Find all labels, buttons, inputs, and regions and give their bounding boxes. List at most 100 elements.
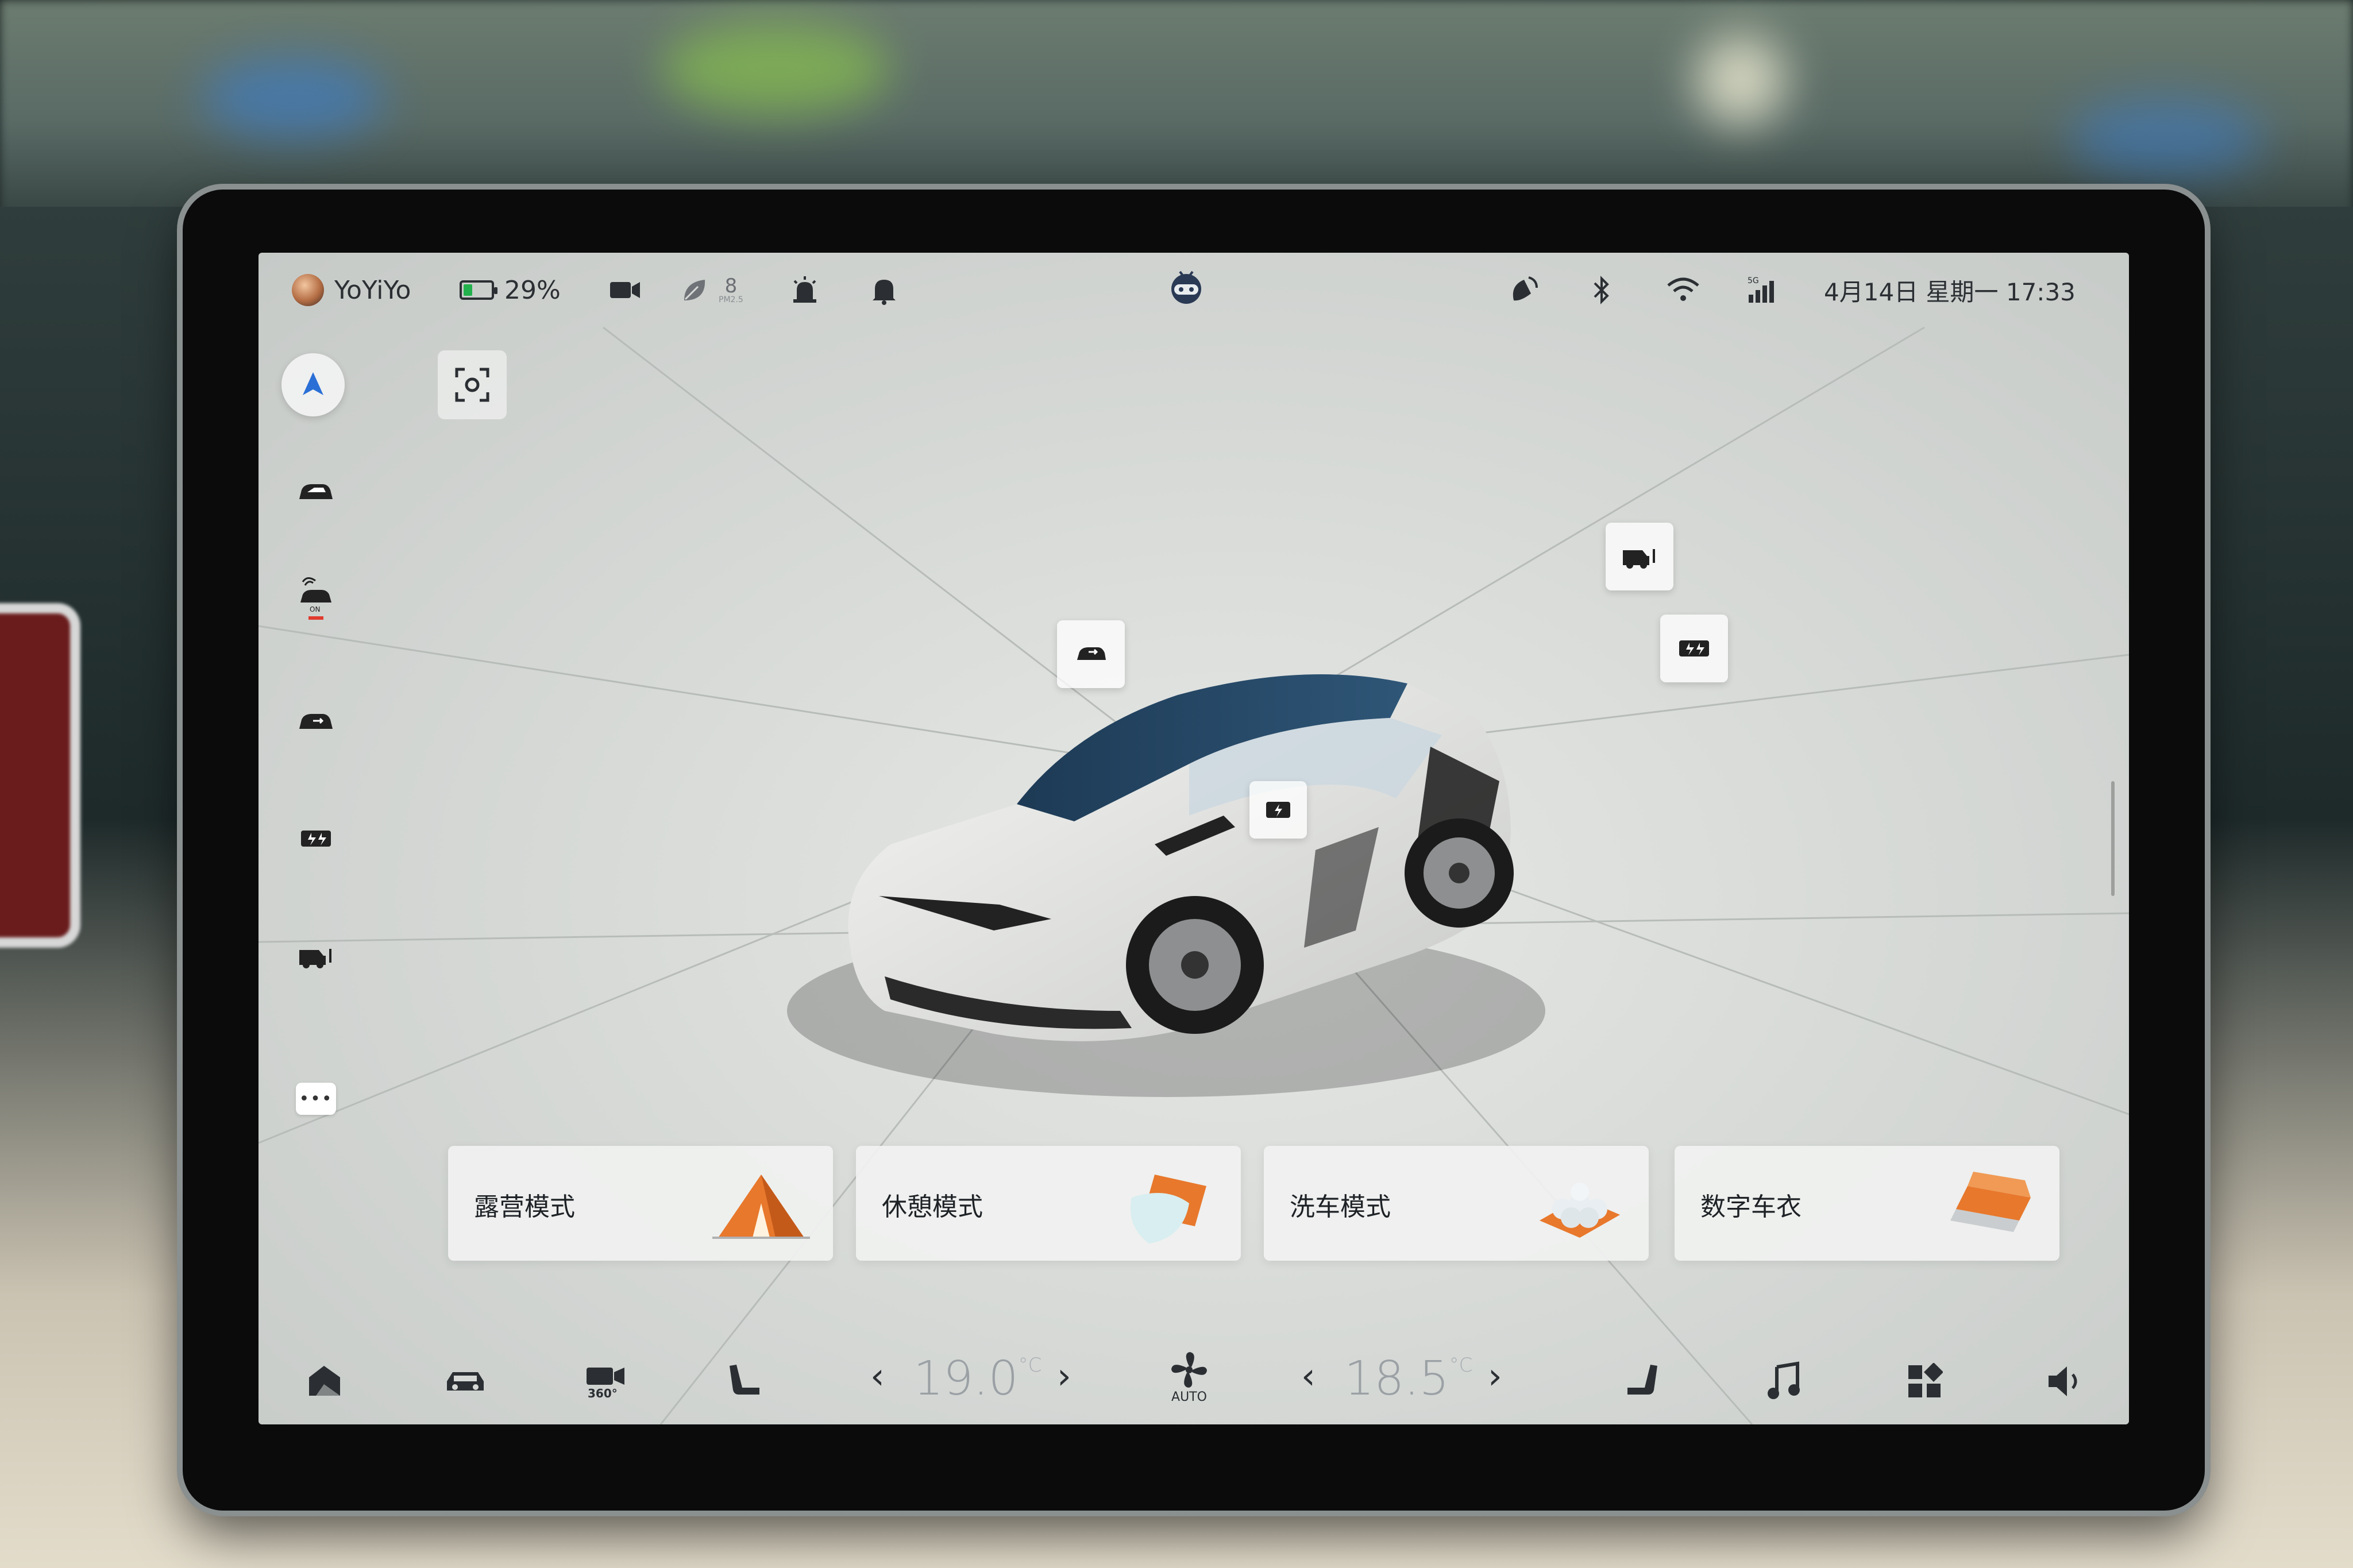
video-camera-icon [610,282,640,298]
left-temp-decrease[interactable]: ‹ [870,1358,885,1394]
background-light [661,23,890,115]
notification-status[interactable] [870,273,898,307]
datetime: 4月14日 星期一 17:33 [1824,273,2076,307]
hotspot-front-door[interactable] [1057,620,1125,688]
dock-music[interactable] [1758,1355,1810,1407]
mode-card-digital-wrap[interactable]: 数字车衣 [1675,1146,2059,1261]
navigation-arrow-icon [303,372,323,395]
bluetooth-icon [1594,276,1609,304]
svg-text:5G: 5G [1748,276,1759,285]
fan-mode-label: AUTO [1171,1390,1207,1404]
rail-sentry-mode[interactable]: ON [284,569,348,632]
car-sentry-icon: ON [300,577,331,620]
bell-icon [873,280,896,305]
left-temperature: 19.0°C [913,1351,1042,1406]
avatar [292,274,324,306]
more-options-button[interactable]: ••• [296,1083,336,1115]
bluetooth-status [1591,273,1612,307]
wifi-icon [1667,277,1699,301]
left-temp-increase[interactable]: › [1057,1358,1071,1394]
battery-status: 29% [460,273,561,307]
home-icon [309,1366,340,1396]
bottom-dock: 360° ‹ 19.0°C › AUTO ‹ 18.5°C › [259,1333,2129,1424]
battery-icon [460,280,497,300]
camera-360-icon: 360° [587,1368,624,1400]
dashcam-status [609,273,641,307]
pillow-icon [1131,1175,1206,1243]
seat-icon [730,1365,759,1395]
dock-360-camera[interactable]: 360° [580,1355,632,1407]
volume-icon [2049,1366,2077,1396]
scrollbar[interactable] [2111,781,2115,896]
svg-text:360°: 360° [588,1387,618,1400]
right-temp-decrease[interactable]: ‹ [1301,1358,1316,1394]
alarm-status [790,273,820,307]
music-icon [1768,1361,1800,1399]
mode-card-camping[interactable]: 露营模式 [448,1146,833,1261]
car-window-icon [299,484,333,499]
background-light [2068,98,2263,178]
date-time-text: 4月14日 星期一 17:33 [1824,277,2076,306]
interior-trim [0,603,80,948]
dock-fan-auto[interactable] [1163,1344,1215,1396]
right-temp-increase[interactable]: › [1488,1358,1502,1394]
mode-label: 休憩模式 [882,1192,983,1222]
tent-icon [712,1175,810,1239]
trunk-icon [299,949,331,968]
scan-button[interactable] [438,350,507,419]
navigation-button[interactable] [281,353,345,416]
signal-5g-icon: 5G [1748,276,1774,303]
dock-volume[interactable] [2039,1355,2091,1407]
siren-icon [793,276,816,303]
apps-icon [1908,1363,1943,1397]
status-bar: YoYiYo 29% 8 PM2.5 5G 4月14日 星期一 17:33 [259,253,2129,327]
more-dots-icon: ••• [299,1088,333,1109]
robot-assistant-icon [1171,271,1201,304]
seat-icon [1627,1365,1657,1395]
infotainment-display: YoYiYo 29% 8 PM2.5 5G 4月14日 星期一 17:33 ON… [183,190,2205,1511]
rail-fast-charge[interactable] [284,807,348,870]
car-door-icon [299,714,333,729]
dock-vehicle[interactable] [439,1355,491,1407]
fast-charge-icon [301,831,331,847]
hotspot-charge-port[interactable] [1249,781,1307,839]
car-icon [447,1372,484,1391]
hotspot-fast-charge[interactable] [1660,615,1728,682]
fan-icon [1171,1352,1207,1388]
dock-driver-seat[interactable] [721,1355,773,1407]
dock-passenger-seat[interactable] [1614,1355,1666,1407]
dock-apps[interactable] [1899,1355,1950,1407]
mode-label: 洗车模式 [1290,1192,1391,1222]
user-profile[interactable]: YoYiYo [292,273,411,307]
car-door-icon [1077,647,1106,660]
background-light [201,57,385,138]
cellular-status: 5G [1746,273,1779,307]
rail-door-control[interactable] [284,689,348,752]
charge-icon [1266,802,1290,818]
fast-charge-icon [1679,640,1709,656]
satellite-icon [1513,276,1538,301]
dock-home[interactable] [299,1355,350,1407]
rail-trunk-control[interactable] [284,925,348,988]
wifi-status [1666,273,1700,307]
user-name: YoYiYo [334,275,411,305]
screen: YoYiYo 29% 8 PM2.5 5G 4月14日 星期一 17:33 ON… [259,253,2129,1424]
gps-status [1508,273,1540,307]
paint-layers-icon [1950,1172,2031,1232]
rail-window-control[interactable] [284,459,348,523]
svg-text:ON: ON [310,605,320,613]
hotspot-trunk[interactable] [1606,523,1673,590]
mode-label: 露营模式 [474,1192,575,1222]
mode-label: 数字车衣 [1700,1192,1802,1222]
battery-percent: 29% [504,275,561,305]
air-quality: 8 PM2.5 [681,273,743,307]
pm-unit: PM2.5 [719,295,743,304]
mode-card-rest[interactable]: 休憩模式 [856,1146,1241,1261]
leaf-icon [684,280,705,300]
background-light [1695,34,1787,126]
right-temperature: 18.5°C [1344,1351,1473,1406]
car-3d-model[interactable] [753,574,1603,1103]
car-wash-foam-icon [1540,1183,1620,1238]
assistant-avatar[interactable] [1166,270,1206,304]
mode-card-car-wash[interactable]: 洗车模式 [1264,1146,1649,1261]
